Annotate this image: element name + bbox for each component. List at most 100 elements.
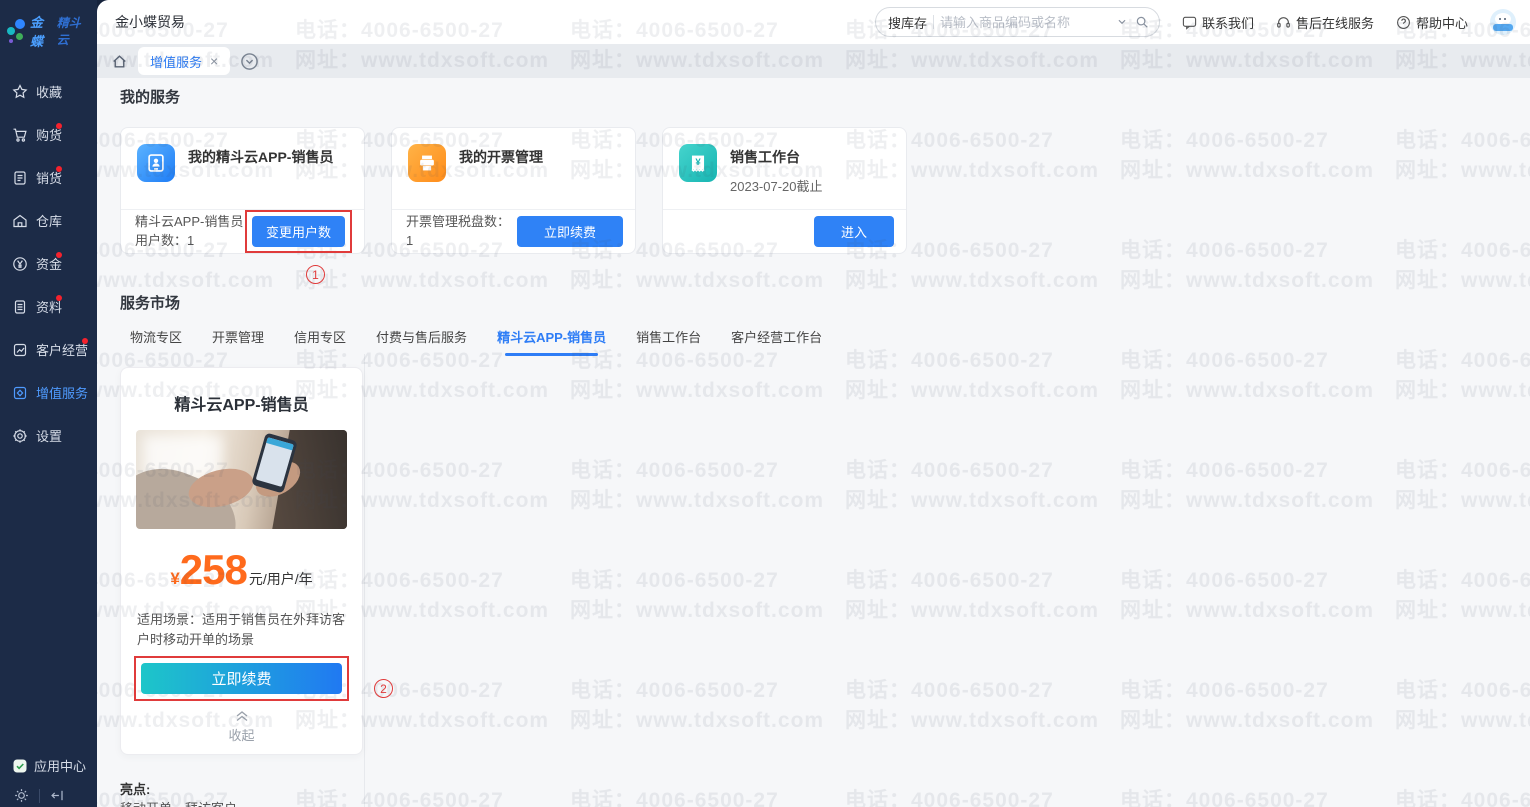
my-services-title: 我的服务 — [120, 86, 180, 107]
contact-us-label: 联系我们 — [1202, 13, 1254, 32]
sidebar-item-purchases[interactable]: 购货 — [0, 113, 97, 156]
enter-button[interactable]: 进入 — [814, 216, 894, 247]
help-icon — [1396, 15, 1411, 30]
annotation-step-2: 2 — [374, 679, 393, 698]
collapse-sidebar-icon[interactable] — [50, 788, 65, 803]
headset-icon — [1276, 15, 1291, 30]
brand-name: 金蝶 — [30, 12, 55, 50]
tab-logistics[interactable]: 物流专区 — [130, 327, 182, 352]
currency-symbol: ¥ — [170, 569, 179, 589]
search-scope-label[interactable]: 搜库存 — [888, 13, 927, 32]
tab-credit[interactable]: 信用专区 — [294, 327, 346, 352]
tab-customer-workbench[interactable]: 客户经营工作台 — [731, 327, 822, 352]
change-user-count-button[interactable]: 变更用户数 — [252, 216, 345, 247]
notification-dot — [56, 123, 62, 129]
sidebar-item-data[interactable]: 资料 — [0, 285, 97, 328]
divider — [933, 15, 934, 29]
jdy-app-sales-icon — [137, 144, 175, 182]
renew-now-gradient-button[interactable]: 立即续费 — [141, 663, 342, 694]
brand-logo-icon — [6, 18, 26, 44]
brand-logo: 金蝶 精斗云 — [0, 0, 97, 60]
theme-icon[interactable] — [14, 788, 29, 803]
sidebar-item-app-center[interactable]: 应用中心 — [12, 756, 86, 775]
sidebar-item-label: 设置 — [36, 426, 62, 445]
service-card-sales-workbench: ¥ 销售工作台 2023-07-20截止 进入 — [662, 127, 907, 254]
user-avatar[interactable] — [1490, 9, 1516, 35]
star-icon — [12, 84, 28, 100]
avatar-eye — [1504, 18, 1506, 20]
product-title: 精斗云APP-销售员 — [121, 391, 362, 415]
deadline-label: 2023-07-20截止 — [730, 176, 823, 195]
collapse-toggle[interactable]: 收起 — [121, 710, 362, 744]
sidebar-item-sales[interactable]: 销货 — [0, 156, 97, 199]
yuan-circle-icon — [12, 256, 28, 272]
sidebar-item-warehouse[interactable]: 仓库 — [0, 199, 97, 242]
avatar-band — [1493, 24, 1513, 31]
notification-dot — [56, 166, 62, 172]
tab-value-added-services[interactable]: 增值服务 × — [138, 47, 230, 75]
invoicing-icon — [408, 144, 446, 182]
highlights-label: 亮点: — [120, 779, 150, 798]
tab-jdy-app-sales[interactable]: 精斗云APP-销售员 — [497, 327, 606, 352]
document-icon — [12, 299, 28, 315]
tax-disk-count-label: 开票管理税盘数：1 — [406, 213, 517, 251]
sales-workbench-icon: ¥ — [679, 144, 717, 182]
annotation-step-1: 1 — [306, 265, 325, 284]
user-count-label: 精斗云APP-销售员用户数：1 — [135, 213, 245, 251]
topbar: 金小蝶贸易 搜库存 联系我们 售后在线服务 帮助中心 — [97, 0, 1530, 44]
market-tabs: 物流专区 开票管理 信用专区 付费与售后服务 精斗云APP-销售员 销售工作台 … — [130, 327, 822, 352]
diamond-square-icon — [12, 385, 28, 401]
gear-icon — [12, 428, 28, 444]
double-chevron-up-icon — [235, 710, 249, 722]
tab-list-dropdown-icon[interactable] — [240, 52, 259, 71]
divider — [39, 789, 40, 803]
my-services-cards: 我的精斗云APP-销售员 精斗云APP-销售员用户数：1 变更用户数 — [120, 127, 907, 254]
tab-sales-workbench[interactable]: 销售工作台 — [636, 327, 701, 352]
tab-label: 增值服务 — [150, 52, 202, 71]
close-tab-icon[interactable]: × — [210, 54, 218, 68]
home-tab-icon[interactable] — [111, 53, 128, 70]
sidebar-item-customer-ops[interactable]: 客户经营 — [0, 328, 97, 371]
aftersales-service-link[interactable]: 售后在线服务 — [1276, 13, 1374, 32]
avatar-eye — [1499, 18, 1501, 20]
trend-square-icon — [12, 342, 28, 358]
sidebar-item-value-added-services[interactable]: 增值服务 — [0, 371, 97, 414]
page-content: 我的服务 我的精斗云APP-销售员 精斗云APP-销售员用户数：1 变更用户数 — [97, 78, 1530, 807]
sidebar: 金蝶 精斗云 收藏 购货 销货 仓库 资金 资料 — [0, 0, 97, 807]
help-center-label: 帮助中心 — [1416, 13, 1468, 32]
main-area: 金小蝶贸易 搜库存 联系我们 售后在线服务 帮助中心 — [97, 0, 1530, 807]
renew-now-button[interactable]: 立即续费 — [517, 216, 623, 247]
sidebar-item-favorites[interactable]: 收藏 — [0, 70, 97, 113]
sales-doc-icon — [12, 170, 28, 186]
sidebar-item-label: 仓库 — [36, 211, 62, 230]
collapse-label: 收起 — [228, 728, 254, 743]
product-card-jdy-app-sales: 精斗云APP-销售员 ¥ 258 元/用户/年 适用场景：适用于销售员在外拜访客… — [120, 367, 363, 755]
price-value: 258 — [180, 549, 247, 591]
sidebar-item-label: 收藏 — [36, 82, 62, 101]
tab-invoicing[interactable]: 开票管理 — [212, 327, 264, 352]
sidebar-tools — [0, 788, 97, 803]
help-center-link[interactable]: 帮助中心 — [1396, 13, 1468, 32]
column-divider — [364, 354, 365, 807]
notification-dot — [82, 338, 88, 344]
product-name: 精斗云 — [57, 14, 91, 48]
sidebar-item-funds[interactable]: 资金 — [0, 242, 97, 285]
company-title: 金小蝶贸易 — [115, 12, 185, 32]
chevron-down-icon[interactable] — [1115, 15, 1129, 29]
annotation-box-2: 立即续费 — [134, 656, 349, 701]
notification-dot — [56, 252, 62, 258]
service-card-jdy-app-sales: 我的精斗云APP-销售员 精斗云APP-销售员用户数：1 变更用户数 — [120, 127, 365, 254]
cart-icon — [12, 127, 28, 143]
app-center-label: 应用中心 — [34, 756, 86, 775]
sidebar-item-settings[interactable]: 设置 — [0, 414, 97, 457]
search-input[interactable] — [940, 15, 1109, 30]
tab-payment-aftersales[interactable]: 付费与售后服务 — [376, 327, 467, 352]
inventory-search[interactable]: 搜库存 — [875, 7, 1160, 37]
service-card-title: 我的开票管理 — [459, 147, 543, 167]
contact-us-link[interactable]: 联系我们 — [1182, 13, 1254, 32]
aftersales-service-label: 售后在线服务 — [1296, 13, 1374, 32]
service-card-title: 我的精斗云APP-销售员 — [188, 147, 333, 167]
app-center-icon — [12, 758, 28, 774]
service-market-title: 服务市场 — [120, 292, 180, 313]
search-icon[interactable] — [1135, 15, 1149, 29]
